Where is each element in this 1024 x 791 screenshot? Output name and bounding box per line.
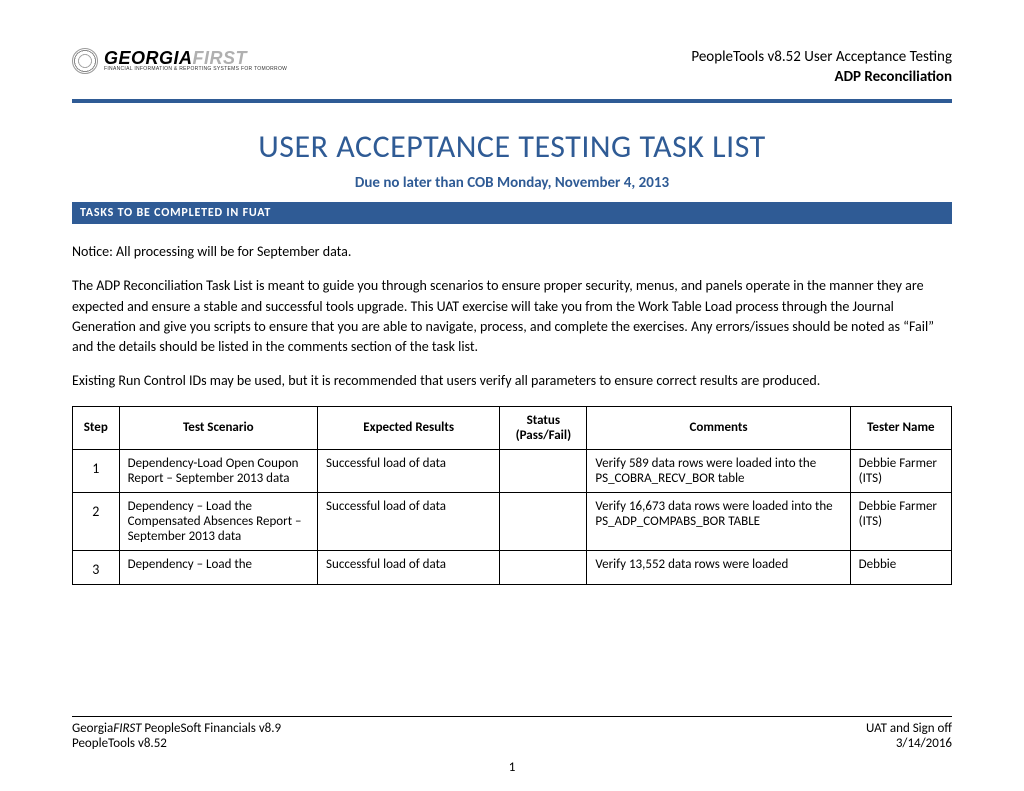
footer-right: UAT and Sign off 3/14/2016 [866, 721, 952, 751]
seal-icon [72, 48, 98, 74]
page-title: USER ACCEPTANCE TESTING TASK LIST [72, 127, 952, 166]
col-expected: Expected Results [318, 406, 500, 449]
table-row: 1 Dependency-Load Open Coupon Report – S… [73, 449, 952, 492]
intro-paragraph: The ADP Reconciliation Task List is mean… [72, 276, 952, 357]
cell-expected: Successful load of data [318, 449, 500, 492]
cell-step: 2 [73, 492, 120, 550]
cell-comments: Verify 13,552 data rows were loaded [587, 550, 850, 584]
logo: GEORGIAFIRST FINANCIAL INFORMATION & REP… [72, 48, 287, 74]
logo-subtitle: FINANCIAL INFORMATION & REPORTING SYSTEM… [104, 66, 287, 72]
cell-tester: Debbie [850, 550, 951, 584]
task-table: Step Test Scenario Expected Results Stat… [72, 406, 952, 585]
col-comments: Comments [587, 406, 850, 449]
logo-first: FIRST [193, 48, 248, 68]
page-subtitle: Due no later than COB Monday, November 4… [72, 174, 952, 192]
runcontrol-paragraph: Existing Run Control IDs may be used, bu… [72, 371, 952, 391]
page-number: 1 [0, 760, 1024, 775]
cell-expected: Successful load of data [318, 550, 500, 584]
cell-tester: Debbie Farmer (ITS) [850, 449, 951, 492]
section-bar: TASKS TO BE COMPLETED IN FUAT [72, 202, 952, 224]
footer-uat: UAT and Sign off [866, 721, 952, 736]
col-step: Step [73, 406, 120, 449]
logo-georgia: GEORGIA [104, 48, 193, 68]
col-status: Status (Pass/Fail) [500, 406, 587, 449]
footer-tools: PeopleTools v8.52 [72, 736, 281, 751]
footer-first: FIRST [113, 721, 141, 736]
cell-status [500, 550, 587, 584]
footer-psoft: PeopleSoft Financials v8.9 [141, 721, 281, 736]
cell-status [500, 492, 587, 550]
header-line1: PeopleTools v8.52 User Acceptance Testin… [691, 48, 952, 68]
header-line2: ADP Reconciliation [691, 68, 952, 88]
table-row: 3 Dependency – Load the Successful load … [73, 550, 952, 584]
cell-step: 1 [73, 449, 120, 492]
cell-step: 3 [73, 550, 120, 584]
cell-status [500, 449, 587, 492]
cell-scenario: Dependency-Load Open Coupon Report – Sep… [119, 449, 317, 492]
header-right: PeopleTools v8.52 User Acceptance Testin… [691, 48, 952, 87]
header-rule [72, 99, 952, 103]
notice-text: Notice: All processing will be for Septe… [72, 242, 952, 262]
table-header-row: Step Test Scenario Expected Results Stat… [73, 406, 952, 449]
footer-georgia: Georgia [72, 721, 113, 736]
logo-text: GEORGIAFIRST FINANCIAL INFORMATION & REP… [104, 50, 287, 72]
footer-left: GeorgiaFIRST PeopleSoft Financials v8.9 … [72, 721, 281, 751]
cell-comments: Verify 589 data rows were loaded into th… [587, 449, 850, 492]
cell-comments: Verify 16,673 data rows were loaded into… [587, 492, 850, 550]
cell-scenario: Dependency – Load the Compensated Absenc… [119, 492, 317, 550]
col-scenario: Test Scenario [119, 406, 317, 449]
cell-tester: Debbie Farmer (ITS) [850, 492, 951, 550]
page-header: GEORGIAFIRST FINANCIAL INFORMATION & REP… [72, 48, 952, 87]
cell-scenario: Dependency – Load the [119, 550, 317, 584]
col-tester: Tester Name [850, 406, 951, 449]
page-footer: GeorgiaFIRST PeopleSoft Financials v8.9 … [72, 716, 952, 751]
cell-expected: Successful load of data [318, 492, 500, 550]
table-row: 2 Dependency – Load the Compensated Abse… [73, 492, 952, 550]
footer-date: 3/14/2016 [866, 736, 952, 751]
